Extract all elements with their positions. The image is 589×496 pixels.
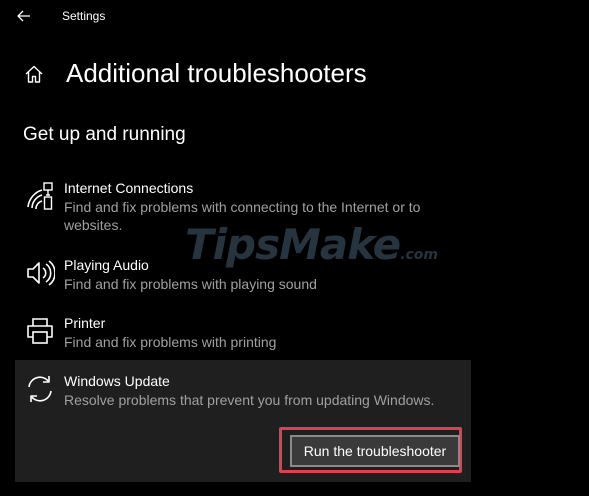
troubleshooter-windows-update[interactable]: Windows Update Resolve problems that pre… [15,372,471,412]
back-button[interactable] [12,5,36,27]
home-icon [25,65,43,83]
sync-icon [23,372,57,406]
printer-icon [23,314,57,348]
item-name: Printer [64,315,106,331]
settings-window: Settings Additional troubleshooters Get … [0,0,589,496]
item-description: Find and fix problems with printing [64,334,277,350]
window-title: Settings [62,9,106,23]
item-name: Playing Audio [64,257,149,273]
item-description: Find and fix problems with playing sound [64,276,317,292]
back-arrow-icon [17,10,30,22]
title-bar: Settings [0,0,589,32]
section-title: Get up and running [23,124,186,145]
item-description: Resolve problems that prevent you from u… [64,392,435,408]
item-description: Find and fix problems with connecting to… [64,199,421,233]
troubleshooter-internet-connections[interactable]: Internet Connections Find and fix proble… [15,179,471,235]
item-name: Internet Connections [64,180,194,196]
troubleshooter-printer[interactable]: Printer Find and fix problems with print… [15,314,471,354]
speaker-icon [23,256,57,290]
troubleshooter-playing-audio[interactable]: Playing Audio Find and fix problems with… [15,256,471,296]
home-button[interactable] [22,62,46,86]
run-troubleshooter-button[interactable]: Run the troubleshooter [290,435,460,467]
page-title: Additional troubleshooters [66,58,367,88]
wifi-network-icon [23,179,57,213]
item-name: Windows Update [64,373,170,389]
